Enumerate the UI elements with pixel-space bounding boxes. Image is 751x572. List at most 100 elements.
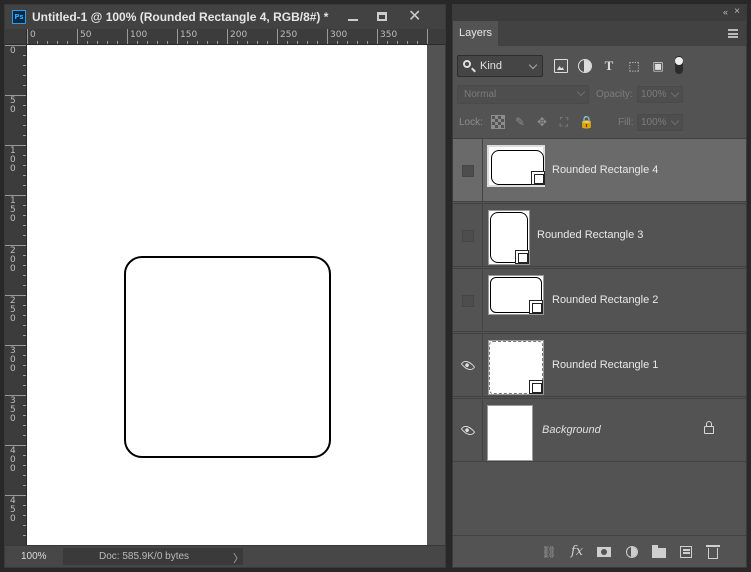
tab-layers[interactable]: Layers: [453, 21, 498, 46]
lock-position-icon[interactable]: ✥: [535, 115, 549, 129]
layer-name[interactable]: Rounded Rectangle 1: [552, 359, 658, 371]
visibility-off-icon: [462, 230, 474, 242]
layer-thumbnail[interactable]: [488, 275, 544, 315]
ruler-tick: [367, 41, 368, 44]
filter-adjustment-layers-icon[interactable]: [578, 59, 592, 73]
ruler-label: 350: [380, 30, 398, 40]
visibility-toggle[interactable]: [453, 269, 483, 332]
layer-list: Rounded Rectangle 4 Rounded Rectangle 3 …: [453, 138, 746, 538]
maximize-button[interactable]: [368, 6, 396, 28]
link-layers-icon[interactable]: ⛓: [541, 544, 557, 560]
horizontal-ruler[interactable]: 0 50 100 150 200 250 300 350: [27, 29, 445, 45]
ruler-tick: [5, 95, 26, 96]
ruler-label: 300: [10, 346, 16, 374]
doc-info-box[interactable]: Doc: 585.9K/0 bytes 〉: [63, 548, 244, 566]
lock-transparent-pixels-icon[interactable]: [491, 115, 505, 129]
fill-label: Fill:: [618, 117, 634, 128]
layer-thumbnail[interactable]: [487, 145, 545, 187]
close-button[interactable]: ✕: [400, 6, 428, 28]
visibility-toggle[interactable]: [453, 399, 483, 462]
ruler-tick: [5, 445, 26, 446]
ruler-tick: [387, 41, 388, 44]
eye-icon: [460, 358, 476, 373]
close-panel-icon[interactable]: ×: [734, 6, 740, 17]
lock-artboard-icon[interactable]: ⛶: [557, 115, 571, 129]
filter-toggle-switch[interactable]: [675, 56, 683, 74]
rounded-rectangle-shape[interactable]: [124, 256, 331, 458]
chevron-down-icon: [670, 116, 680, 126]
layer-name[interactable]: Background: [542, 424, 601, 436]
ruler-tick: [37, 41, 38, 44]
document-canvas[interactable]: [27, 45, 427, 545]
blend-mode-select[interactable]: Normal: [457, 85, 589, 104]
visibility-toggle[interactable]: [453, 204, 483, 267]
fx-icon[interactable]: fx: [569, 544, 585, 560]
document-title-bar[interactable]: Ps Untitled-1 @ 100% (Rounded Rectangle …: [5, 5, 445, 29]
status-menu-arrow-icon[interactable]: 〉: [233, 550, 244, 566]
fill-field[interactable]: 100%: [637, 114, 683, 131]
layer-thumbnail[interactable]: [488, 210, 530, 265]
layer-thumbnail[interactable]: [487, 405, 533, 461]
lock-all-icon[interactable]: 🔒: [579, 115, 594, 129]
minimize-button[interactable]: [339, 6, 367, 28]
ruler-tick: [257, 41, 258, 44]
ruler-tick: [57, 41, 58, 44]
ruler-corner[interactable]: [5, 29, 27, 45]
layer-row[interactable]: Background: [453, 398, 746, 462]
ruler-label: 0: [10, 46, 16, 56]
trash-icon[interactable]: [705, 544, 721, 560]
ruler-label: 100: [10, 146, 16, 174]
layer-row[interactable]: Rounded Rectangle 1: [453, 333, 746, 397]
visibility-toggle[interactable]: [453, 139, 483, 202]
vector-mask-icon: [515, 250, 529, 264]
filter-kind-select[interactable]: Kind: [457, 55, 543, 77]
layer-thumbnail[interactable]: [488, 340, 544, 395]
ruler-tick: [27, 29, 28, 44]
layer-name[interactable]: Rounded Rectangle 4: [552, 164, 658, 176]
layer-row[interactable]: Rounded Rectangle 2: [453, 268, 746, 332]
filter-smart-objects-icon[interactable]: ▣: [651, 59, 665, 73]
filter-type-layers-icon[interactable]: T: [602, 59, 616, 73]
visibility-toggle[interactable]: [453, 334, 483, 397]
layer-filter-row: Kind T ⬚ ▣: [453, 53, 746, 81]
blend-mode-value: Normal: [464, 89, 497, 100]
ruler-tick: [287, 41, 288, 44]
zoom-level[interactable]: 100%: [21, 551, 47, 562]
new-adjustment-layer-icon[interactable]: [624, 544, 640, 560]
layer-row[interactable]: Rounded Rectangle 4: [453, 138, 746, 202]
ruler-tick: [397, 41, 398, 44]
filter-pixel-layers-icon[interactable]: [554, 59, 568, 73]
ruler-tick: [147, 41, 148, 44]
collapse-panels-icon[interactable]: «: [723, 7, 728, 17]
ruler-tick: [67, 41, 68, 44]
canvas-area[interactable]: [27, 45, 445, 545]
filter-shape-layers-icon[interactable]: ⬚: [627, 59, 641, 73]
panel-menu-icon[interactable]: [728, 29, 738, 38]
vector-mask-icon: [529, 300, 543, 314]
photoshop-logo-icon: Ps: [12, 10, 26, 24]
fill-value: 100%: [641, 117, 667, 128]
layer-name[interactable]: Rounded Rectangle 3: [537, 229, 643, 241]
doc-size-text: Doc: 585.9K/0 bytes: [99, 551, 190, 562]
layer-name[interactable]: Rounded Rectangle 2: [552, 294, 658, 306]
maximize-icon: [377, 12, 387, 21]
add-mask-icon[interactable]: [596, 544, 612, 560]
new-layer-icon[interactable]: [678, 544, 694, 560]
ruler-tick: [327, 29, 328, 44]
layer-row[interactable]: Rounded Rectangle 3: [453, 203, 746, 267]
new-group-folder-icon[interactable]: [651, 544, 667, 560]
ruler-label: 250: [10, 296, 16, 324]
vertical-ruler[interactable]: 0 50 100 150 200 250 300 350 400 450: [5, 45, 27, 545]
opacity-label: Opacity:: [596, 89, 633, 100]
ruler-label: 350: [10, 396, 16, 424]
opacity-field[interactable]: 100%: [637, 86, 683, 103]
vector-mask-icon: [531, 171, 545, 185]
ruler-tick: [177, 29, 178, 44]
ruler-tick: [187, 41, 188, 44]
ruler-tick: [5, 345, 26, 346]
visibility-off-icon: [462, 295, 474, 307]
visibility-off-icon: [462, 165, 474, 177]
lock-image-pixels-icon[interactable]: ✎: [513, 115, 527, 129]
ruler-tick: [217, 41, 218, 44]
ruler-tick: [5, 145, 26, 146]
